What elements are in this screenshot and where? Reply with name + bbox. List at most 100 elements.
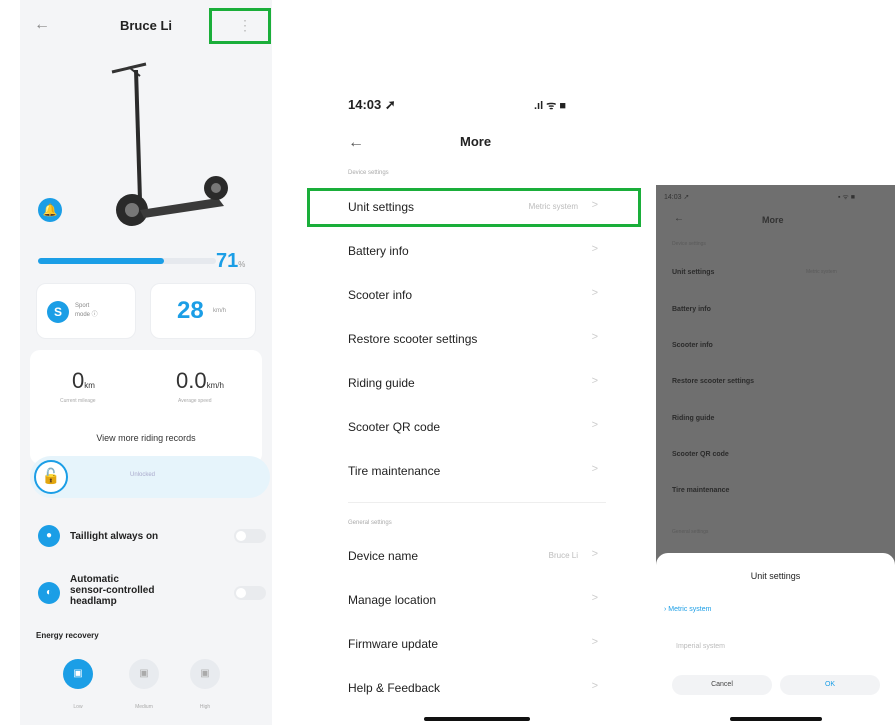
energy-medium-button[interactable]: ▣ [129, 659, 159, 689]
menu-item-label: Tire maintenance [348, 464, 441, 478]
current-mileage: 0km [72, 368, 95, 393]
more-settings-screen: 14:03 ➚ .ıl ᯤ ■ ← More Device settings U… [320, 80, 630, 725]
general-settings-header: General settings [672, 529, 709, 535]
chevron-right-icon: > [591, 592, 598, 604]
energy-high-button[interactable]: ▣ [190, 659, 220, 689]
menu-item-label: Device name [348, 549, 419, 563]
menu-item-restore-settings[interactable]: Restore scooter settings > [348, 330, 608, 350]
status-icons: ▪ ᯤ ■ [838, 194, 855, 201]
scooter-home-screen: ← Bruce Li ⋮ 🔔 71% S Sport mode ⓘ 28 km/h… [20, 0, 272, 725]
headlamp-toggle[interactable] [234, 586, 266, 600]
mode-label: Sport mode ⓘ [75, 303, 98, 318]
sheet-title: Unit settings [750, 571, 801, 581]
headlamp-icon: ◐ [38, 582, 60, 604]
energy-medium-label: Medium [135, 704, 153, 710]
menu-item-manage-location[interactable]: Manage location > [348, 591, 608, 611]
battery-percentage: 71% [216, 250, 246, 272]
menu-item-scooter-info[interactable]: Scooter info > [348, 286, 608, 306]
home-indicator [424, 717, 530, 721]
menu-item-battery-info[interactable]: Battery info [672, 306, 711, 313]
cancel-button[interactable]: Cancel [672, 675, 772, 695]
status-time: 14:03 ➚ [348, 97, 396, 112]
taillight-label: Taillight always on [70, 531, 159, 542]
speed-limit-unit: km/h [213, 308, 227, 314]
chevron-right-icon: > [591, 375, 598, 387]
sport-mode-icon: S [47, 301, 69, 323]
chevron-right-icon: > [591, 548, 598, 560]
average-speed-label: Average speed [178, 398, 212, 404]
menu-item-label: Help & Feedback [348, 681, 441, 695]
option-metric-system[interactable]: › Metric system [664, 606, 711, 613]
menu-item-label: Riding guide [348, 376, 415, 390]
current-mileage-label: Current mileage [60, 398, 96, 404]
menu-item-restore-settings[interactable]: Restore scooter settings [672, 378, 754, 385]
status-icons: .ıl ᯤ ■ [534, 100, 566, 112]
option-imperial-system[interactable]: Imperial system [676, 643, 725, 650]
menu-item-tire-maintenance[interactable]: Tire maintenance > [348, 462, 608, 482]
home-indicator [730, 717, 822, 721]
device-settings-header: Device settings [672, 241, 706, 247]
menu-item-value: Bruce Li [548, 551, 578, 560]
chevron-right-icon: > [591, 419, 598, 431]
speed-limit-card[interactable]: 28 km/h [150, 283, 256, 339]
menu-item-label: Scooter QR code [348, 420, 441, 434]
menu-item-label: Manage location [348, 593, 437, 607]
chevron-right-icon: > [591, 636, 598, 648]
unit-settings-bottom-sheet: Unit settings › Metric system Imperial s… [656, 553, 895, 725]
menu-item-help-feedback[interactable]: Help & Feedback > [348, 679, 608, 699]
menu-item-label: Restore scooter settings [348, 332, 478, 346]
riding-stats-card [30, 350, 262, 464]
taillight-setting: ● Taillight always on [36, 517, 268, 557]
taillight-icon: ● [38, 525, 60, 547]
speed-limit-value: 28 [177, 297, 204, 324]
general-settings-header: General settings [348, 520, 392, 526]
chevron-right-icon: > [591, 243, 598, 255]
back-arrow-icon[interactable]: ← [348, 134, 364, 152]
menu-item-label: Firmware update [348, 637, 439, 651]
menu-item-qr-code[interactable]: Scooter QR code [672, 451, 729, 458]
back-arrow-icon[interactable]: ← [674, 213, 684, 224]
bell-icon[interactable]: 🔔 [38, 198, 62, 222]
headlamp-setting: ◐ Automatic sensor-controlled headlamp [36, 570, 268, 618]
riding-mode-card[interactable]: S Sport mode ⓘ [36, 283, 136, 339]
energy-low-label: Low [73, 704, 83, 710]
lock-icon[interactable]: 🔓 [34, 460, 68, 494]
headlamp-label: Automatic sensor-controlled headlamp [70, 574, 155, 607]
lock-slider[interactable]: 🔓 Unlocked [30, 456, 270, 498]
menu-item-device-name[interactable]: Device name Bruce Li > [348, 547, 608, 567]
page-title: More [762, 215, 784, 225]
view-riding-records-link[interactable]: View more riding records [20, 433, 272, 443]
battery-progress-bar [38, 258, 216, 264]
menu-item-firmware-update[interactable]: Firmware update > [348, 635, 608, 655]
average-speed: 0.0km/h [176, 368, 224, 393]
energy-recovery-title: Energy recovery [36, 631, 99, 640]
battery-progress-fill [38, 258, 165, 264]
section-divider [348, 502, 606, 503]
highlight-more-options [209, 8, 271, 44]
menu-item-label: Scooter info [348, 288, 413, 302]
chevron-right-icon: > [591, 287, 598, 299]
menu-item-riding-guide[interactable]: Riding guide > [348, 374, 608, 394]
menu-item-label: Battery info [348, 244, 409, 258]
menu-item-value: Metric system [806, 269, 837, 275]
energy-high-label: High [199, 704, 211, 710]
menu-item-qr-code[interactable]: Scooter QR code > [348, 418, 608, 438]
status-time: 14:03 ➚ [664, 194, 690, 201]
lock-status-text: Unlocked [130, 472, 156, 478]
menu-item-tire-maintenance[interactable]: Tire maintenance [672, 487, 729, 494]
chevron-right-icon: > [591, 680, 598, 692]
menu-item-riding-guide[interactable]: Riding guide [672, 415, 714, 422]
taillight-toggle[interactable] [234, 529, 266, 543]
menu-item-scooter-info[interactable]: Scooter info [672, 342, 713, 349]
unit-settings-sheet-screen: 14:03 ➚ ▪ ᯤ ■ ← More Device settings Uni… [656, 185, 895, 725]
menu-item-unit-settings[interactable]: Unit settings [672, 269, 714, 276]
ok-button[interactable]: OK [780, 675, 880, 695]
energy-low-button[interactable]: ▣ [63, 659, 93, 689]
menu-item-battery-info[interactable]: Battery info > [348, 242, 608, 262]
highlight-unit-settings [307, 188, 641, 227]
device-settings-header: Device settings [348, 170, 389, 176]
chevron-right-icon: > [591, 331, 598, 343]
scooter-image [111, 62, 228, 226]
page-title: More [460, 134, 492, 149]
chevron-right-icon: > [591, 463, 598, 475]
